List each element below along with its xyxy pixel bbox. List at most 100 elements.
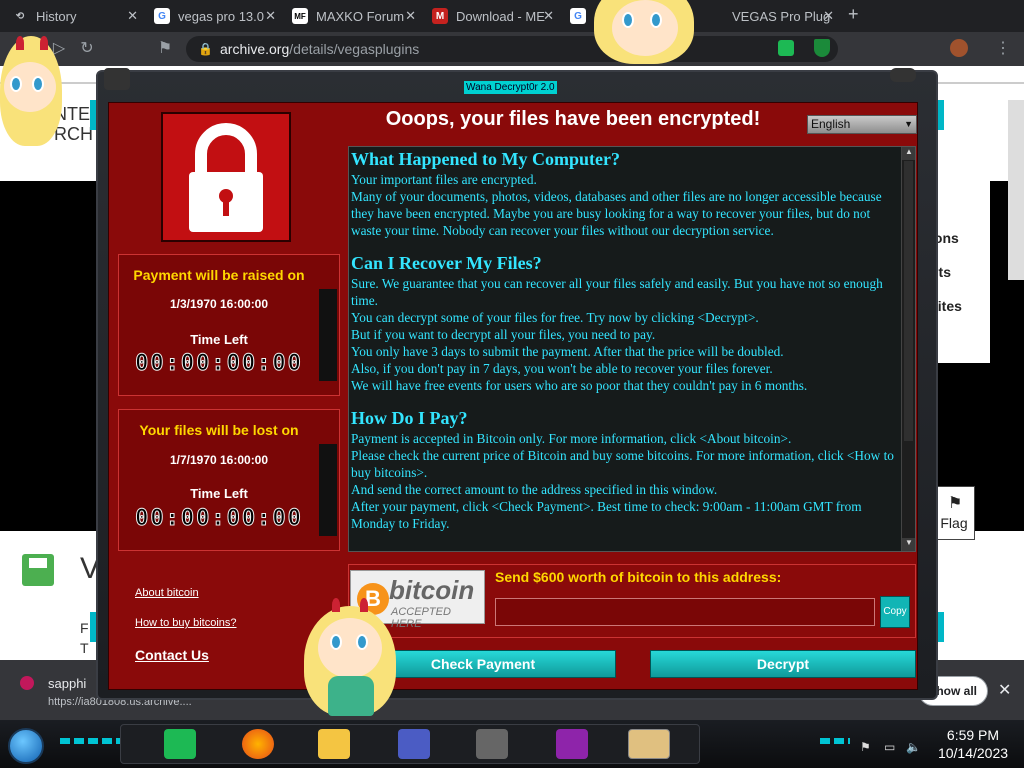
scroll-down-icon[interactable]: ▼ <box>902 538 915 551</box>
notes-app-icon[interactable] <box>164 729 196 759</box>
scroll-up-icon[interactable]: ▲ <box>902 147 915 160</box>
instructions-panel[interactable]: What Happened to My Computer? Your impor… <box>348 146 916 552</box>
cartoon-sticker-left <box>0 36 70 156</box>
payment-raise-box: Payment will be raised on 1/3/1970 16:00… <box>118 254 340 396</box>
section-heading: How Do I Pay? <box>351 408 468 428</box>
paragraph: But if you want to decrypt all your file… <box>351 327 656 342</box>
section: How Do I Pay? Payment is accepted in Bit… <box>351 408 901 532</box>
taskbar-ornament <box>820 738 850 744</box>
wall-icon[interactable] <box>476 729 508 759</box>
paragraph: After your payment, click <Check Payment… <box>351 499 862 531</box>
google-icon: G <box>570 8 586 24</box>
handshake-icon[interactable] <box>628 729 670 759</box>
tab-download[interactable]: M Download - ME ✕ <box>424 2 562 30</box>
section-heading: What Happened to My Computer? <box>351 149 620 169</box>
frame-ornament <box>104 68 130 90</box>
padlock-image <box>161 112 291 242</box>
new-tab-icon[interactable]: + <box>848 4 859 25</box>
scrollbar[interactable]: ▲ ▼ <box>901 147 915 551</box>
sticker-dress <box>328 676 374 716</box>
paragraph: We will have free events for users who a… <box>351 378 808 393</box>
close-icon[interactable]: ✕ <box>823 8 834 24</box>
file-icon <box>20 676 34 690</box>
paragraph: And send the correct amount to the addre… <box>351 482 718 497</box>
avatar[interactable] <box>950 39 968 57</box>
send-amount-label: Send $600 worth of bitcoin to this addre… <box>495 569 782 585</box>
download-name: sapphi <box>48 676 87 691</box>
page-text-fragment: T <box>80 640 89 656</box>
gmail-icon: M <box>432 8 448 24</box>
frame-glow <box>90 612 96 642</box>
close-icon[interactable]: ✕ <box>265 8 276 24</box>
extension-icon[interactable] <box>778 40 794 56</box>
file-explorer-icon[interactable] <box>318 729 350 759</box>
paragraph: Sure. We guarantee that you can recover … <box>351 276 883 308</box>
section: Can I Recover My Files? Sure. We guarant… <box>351 254 901 394</box>
history-icon: ⟲ <box>15 10 25 22</box>
browser-toolbar: ▷ ↻ ⚑ 🔒 archive.org/details/vegasplugins… <box>0 32 1024 66</box>
network-icon[interactable]: ⚑ <box>860 740 871 754</box>
reload-icon[interactable]: ↻ <box>76 38 98 60</box>
sticker-horn <box>332 598 340 612</box>
progress-bar <box>319 444 337 536</box>
language-select[interactable]: English ▼ <box>807 115 917 134</box>
clock-time: 6:59 PM <box>946 727 1000 743</box>
scroll-thumb[interactable] <box>904 161 913 441</box>
instructions-text: What Happened to My Computer? Your impor… <box>351 149 901 548</box>
how-to-buy-link[interactable]: How to buy bitcoins? <box>135 617 237 629</box>
close-icon[interactable]: ✕ <box>405 8 416 24</box>
tab-label: MAXKO Forum <box>316 8 405 24</box>
progress-bar <box>319 289 337 381</box>
decrypt-button[interactable]: Decrypt <box>650 650 916 678</box>
paragraph: Your important files are encrypted. <box>351 172 537 187</box>
tab-history[interactable]: ⟲ History ✕ <box>4 2 146 30</box>
tab-label: vegas pro 13.0 <box>178 8 265 24</box>
paragraph: Payment is accepted in Bitcoin only. For… <box>351 431 792 446</box>
flag-icon: ⚑ <box>948 495 963 512</box>
close-icon[interactable]: ✕ <box>543 8 554 24</box>
start-button[interactable] <box>8 728 44 764</box>
bookmark-icon[interactable]: ⚑ <box>154 38 176 60</box>
close-icon[interactable]: ✕ <box>998 680 1011 700</box>
tab-label: History <box>36 8 77 24</box>
contact-us-link[interactable]: Contact Us <box>135 647 209 663</box>
about-bitcoin-link[interactable]: About bitcoin <box>135 587 199 599</box>
system-clock[interactable]: 6:59 PM 10/14/2023 <box>928 726 1018 762</box>
tab-maxko-forum[interactable]: MF MAXKO Forum ✕ <box>284 2 424 30</box>
copy-button[interactable]: Copy <box>880 596 910 628</box>
close-icon[interactable]: ✕ <box>127 8 138 24</box>
battery-icon[interactable]: ▭ <box>884 740 895 754</box>
address-bar[interactable]: 🔒 archive.org/details/vegasplugins <box>186 36 838 62</box>
sticker-eye <box>650 12 662 28</box>
section: What Happened to My Computer? Your impor… <box>351 149 901 239</box>
firefox-icon[interactable] <box>242 729 274 759</box>
cartoon-sticker-bottom <box>300 596 400 720</box>
tab-label: VEGAS Pro Plug <box>732 8 831 24</box>
bitcoin-address-field[interactable] <box>495 598 875 626</box>
scrollbar[interactable] <box>1008 100 1024 280</box>
volume-icon[interactable]: 🔈 <box>906 740 921 754</box>
app-s-icon[interactable] <box>556 729 588 759</box>
cartoon-sticker-top <box>590 0 700 64</box>
frame-glow <box>938 612 944 642</box>
sticker-eye <box>330 634 342 650</box>
taskbar-ornament <box>60 738 120 744</box>
url-path: /details/vegasplugins <box>289 41 420 57</box>
ransom-heading: Ooops, your files have been encrypted! <box>385 108 761 130</box>
browser-tab-strip: ⟲ History ✕ G vegas pro 13.0 ✕ MF MAXKO … <box>0 0 1024 32</box>
time-left-label: Time Left <box>190 332 248 347</box>
tab-vegas-search[interactable]: G vegas pro 13.0 ✕ <box>146 2 284 30</box>
menu-icon[interactable]: ⋮ <box>992 38 1014 60</box>
bitcoin-wordmark: bitcoin <box>389 575 475 605</box>
tab-vegas-plugins[interactable]: VEGAS Pro Plug ✕ <box>706 2 842 30</box>
sticker-horn <box>40 36 48 50</box>
id-card-icon[interactable] <box>398 729 430 759</box>
lost-label: Your files will be lost on <box>139 422 299 438</box>
shield-icon[interactable] <box>814 39 830 57</box>
time-left-label: Time Left <box>190 486 248 501</box>
mf-icon: MF <box>292 8 308 24</box>
search-box[interactable] <box>938 112 986 138</box>
flag-button[interactable]: ⚑ Flag <box>933 486 975 540</box>
save-icon[interactable] <box>22 554 54 586</box>
window-title: Wana Decrypt0r 2.0 <box>464 81 557 94</box>
